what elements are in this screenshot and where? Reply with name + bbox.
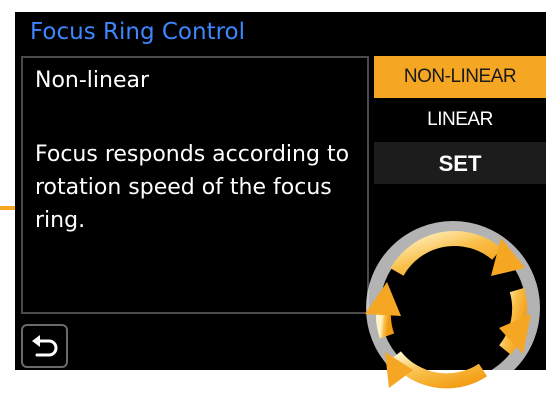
description-heading: Non-linear	[35, 68, 150, 93]
page-title: Focus Ring Control	[30, 19, 245, 45]
option-non-linear[interactable]: NON-LINEAR	[374, 56, 546, 98]
option-linear[interactable]: LINEAR	[374, 99, 546, 141]
return-arrow-icon	[32, 335, 58, 357]
set-button[interactable]: SET	[374, 142, 546, 184]
callout-line	[0, 206, 15, 210]
back-button[interactable]	[21, 324, 68, 368]
rotation-arrows-icon	[365, 221, 540, 395]
description-body: Focus responds according to rotation spe…	[35, 142, 350, 233]
